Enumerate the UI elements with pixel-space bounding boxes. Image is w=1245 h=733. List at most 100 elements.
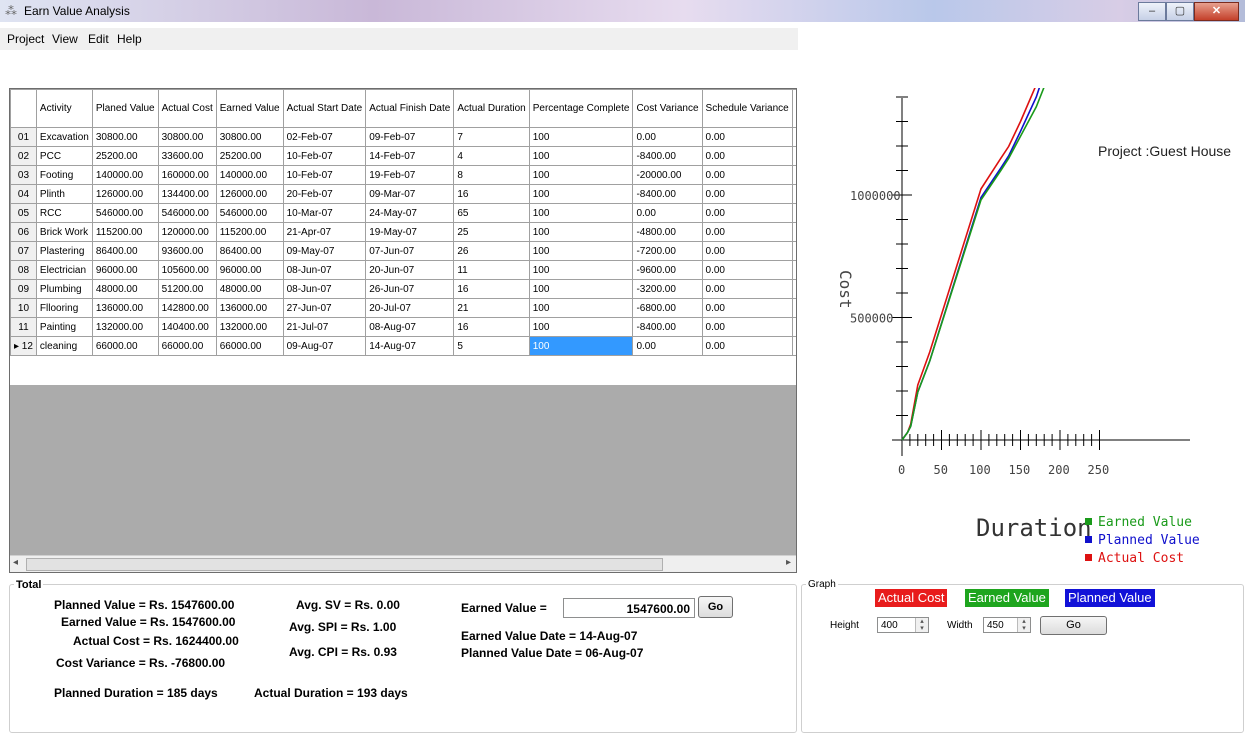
column-header[interactable]: Actual Duration xyxy=(453,89,530,128)
table-cell[interactable]: 100 xyxy=(528,184,634,204)
table-cell[interactable]: 16 xyxy=(453,317,530,337)
table-cell[interactable]: 100 xyxy=(528,165,634,185)
table-cell[interactable]: 1.00 xyxy=(791,203,796,223)
row-header[interactable]: ▸ 12 xyxy=(10,336,37,356)
table-cell[interactable]: 100 xyxy=(528,203,634,223)
table-cell[interactable]: Plumbing xyxy=(35,279,93,299)
column-header[interactable]: Actual Start Date xyxy=(282,89,367,128)
table-cell[interactable]: 0.92 xyxy=(791,241,796,261)
table-cell[interactable]: 51200.00 xyxy=(157,279,217,299)
table-cell[interactable]: 546000.00 xyxy=(157,203,217,223)
column-header[interactable]: Percentage Complete xyxy=(528,89,634,128)
table-cell[interactable]: 33600.00 xyxy=(157,146,217,166)
table-cell[interactable]: Plastering xyxy=(35,241,93,261)
row-header[interactable]: 09 xyxy=(10,279,37,299)
table-cell[interactable]: 25 xyxy=(453,222,530,242)
table-cell[interactable]: 0.88 xyxy=(791,165,796,185)
table-cell[interactable]: 0.00 xyxy=(701,241,793,261)
table-cell[interactable]: 5 xyxy=(453,336,530,356)
table-cell[interactable]: 136000.00 xyxy=(215,298,284,318)
table-cell[interactable]: 0.00 xyxy=(701,317,793,337)
table-cell[interactable]: 115200.00 xyxy=(215,222,284,242)
table-cell[interactable]: 08-Jun-07 xyxy=(282,260,367,280)
table-cell[interactable]: 0.00 xyxy=(701,279,793,299)
table-cell[interactable]: 66000.00 xyxy=(215,336,284,356)
table-cell[interactable]: cleaning xyxy=(35,336,93,356)
width-spinner[interactable]: 450 ▴ ▾ xyxy=(983,617,1031,633)
table-cell[interactable]: 14-Feb-07 xyxy=(365,146,455,166)
table-cell[interactable]: Plinth xyxy=(35,184,93,204)
table-cell[interactable]: 132000.00 xyxy=(91,317,159,337)
table-cell[interactable]: Excavation xyxy=(35,127,93,147)
table-cell[interactable]: 100 xyxy=(528,260,634,280)
height-spinner[interactable]: 400 ▴ ▾ xyxy=(877,617,929,633)
table-cell[interactable]: 93600.00 xyxy=(157,241,217,261)
earned-value-button[interactable]: Earned Value xyxy=(965,589,1049,607)
table-cell[interactable]: 09-Aug-07 xyxy=(282,336,367,356)
table-cell[interactable]: 0.00 xyxy=(632,203,703,223)
table-cell[interactable]: 26-Jun-07 xyxy=(365,279,455,299)
column-header[interactable]: Schedule Variance xyxy=(701,89,793,128)
earned-value-input[interactable]: 1547600.00 xyxy=(563,598,695,618)
table-cell[interactable]: 136000.00 xyxy=(91,298,159,318)
table-cell[interactable]: -8400.00 xyxy=(632,146,703,166)
table-cell[interactable]: 0.75 xyxy=(791,146,796,166)
table-cell[interactable]: 96000.00 xyxy=(215,260,284,280)
table-cell[interactable]: 08-Aug-07 xyxy=(365,317,455,337)
table-cell[interactable]: 140000.00 xyxy=(215,165,284,185)
table-cell[interactable]: 0.00 xyxy=(701,336,793,356)
table-cell[interactable]: 1.00 xyxy=(791,336,796,356)
table-cell[interactable]: 0.95 xyxy=(791,298,796,318)
table-cell[interactable]: 66000.00 xyxy=(157,336,217,356)
table-cell[interactable]: -4800.00 xyxy=(632,222,703,242)
column-header[interactable]: Actual Finish Date xyxy=(365,89,455,128)
table-cell[interactable]: 24-May-07 xyxy=(365,203,455,223)
table-cell[interactable]: 105600.00 xyxy=(157,260,217,280)
table-cell[interactable]: 21-Apr-07 xyxy=(282,222,367,242)
table-cell[interactable]: 66000.00 xyxy=(91,336,159,356)
table-cell[interactable]: 0.91 xyxy=(791,260,796,280)
table-cell[interactable]: 0.00 xyxy=(632,127,703,147)
table-cell[interactable]: 100 xyxy=(528,146,634,166)
table-cell[interactable]: 08-Jun-07 xyxy=(282,279,367,299)
row-header[interactable]: 11 xyxy=(10,317,37,337)
table-cell[interactable]: 100 xyxy=(528,222,634,242)
earned-value-go-button[interactable]: Go xyxy=(698,596,733,618)
table-cell[interactable]: 10-Mar-07 xyxy=(282,203,367,223)
table-cell[interactable]: 20-Jul-07 xyxy=(365,298,455,318)
table-cell[interactable]: 0.00 xyxy=(701,222,793,242)
table-cell[interactable]: 11 xyxy=(453,260,530,280)
table-cell[interactable]: 126000.00 xyxy=(91,184,159,204)
table-cell[interactable]: 21-Jul-07 xyxy=(282,317,367,337)
row-header[interactable]: 01 xyxy=(10,127,37,147)
table-cell[interactable]: 96000.00 xyxy=(91,260,159,280)
close-button[interactable]: ✕ xyxy=(1194,2,1239,21)
table-cell[interactable]: 0.00 xyxy=(701,165,793,185)
table-cell[interactable]: 30800.00 xyxy=(157,127,217,147)
table-cell[interactable]: -8400.00 xyxy=(632,184,703,204)
column-header[interactable]: Cost Perfor Index xyxy=(791,89,796,128)
table-cell[interactable]: 27-Jun-07 xyxy=(282,298,367,318)
menu-edit[interactable]: Edit xyxy=(88,32,109,46)
table-cell[interactable]: Painting xyxy=(35,317,93,337)
table-cell[interactable]: Brick Work xyxy=(35,222,93,242)
table-cell[interactable]: 7 xyxy=(453,127,530,147)
column-header[interactable]: Cost Variance xyxy=(632,89,703,128)
table-cell[interactable]: 142800.00 xyxy=(157,298,217,318)
table-cell[interactable]: 16 xyxy=(453,279,530,299)
table-row[interactable]: 08 Electrician 96000.00 105600.00 96000.00 08… xyxy=(10,260,796,280)
table-cell[interactable]: Electrician xyxy=(35,260,93,280)
row-header[interactable]: 02 xyxy=(10,146,37,166)
table-row[interactable]: 04 Plinth 126000.00 134400.00 126000.00 20-Fe… xyxy=(10,184,796,204)
table-cell[interactable]: 546000.00 xyxy=(215,203,284,223)
table-cell[interactable]: -7200.00 xyxy=(632,241,703,261)
table-cell[interactable]: 100 xyxy=(528,317,634,337)
table-row[interactable]: 01 Excavation 30800.00 30800.00 30800.00 02-F… xyxy=(10,127,796,147)
table-cell[interactable]: 30800.00 xyxy=(91,127,159,147)
table-cell[interactable]: 140000.00 xyxy=(91,165,159,185)
row-header[interactable]: 10 xyxy=(10,298,37,318)
table-cell[interactable]: 4 xyxy=(453,146,530,166)
minimize-button[interactable]: – xyxy=(1138,2,1166,21)
table-cell[interactable]: 546000.00 xyxy=(91,203,159,223)
table-cell[interactable]: 8 xyxy=(453,165,530,185)
